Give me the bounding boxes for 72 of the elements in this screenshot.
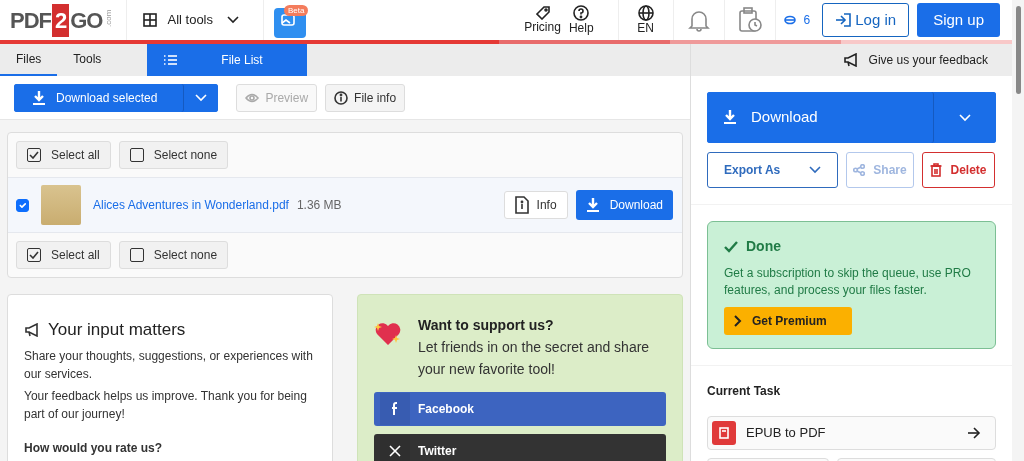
megaphone-icon: [842, 53, 859, 67]
twitter-share-button[interactable]: Twitter: [374, 434, 666, 461]
check-icon: [724, 240, 738, 253]
export-as-dropdown[interactable]: Export As: [707, 152, 838, 188]
caret-icon: [959, 114, 971, 123]
feedback-text: Share your thoughts, suggestions, or experiences with our services.: [24, 347, 314, 383]
file-list-tab[interactable]: File List: [147, 44, 308, 76]
coin-icon: [783, 15, 796, 25]
clipboard-clock-icon: [737, 7, 762, 33]
file-name-link[interactable]: Alices Adventures in Wonderland.pdf: [93, 196, 289, 214]
info-icon: [334, 90, 349, 105]
section-title: Current Task: [707, 383, 782, 400]
eye-icon: [245, 92, 260, 103]
feedback-title: Your input matters: [48, 319, 186, 341]
check-icon: [29, 251, 39, 259]
download-icon: [32, 90, 46, 105]
login-icon: [835, 13, 852, 27]
x-icon: [389, 445, 401, 457]
language-selector[interactable]: EN: [618, 5, 673, 35]
caret-icon: [227, 16, 239, 24]
share-icon: [853, 164, 866, 176]
book-icon: [719, 427, 729, 439]
pricing-link[interactable]: Pricing: [520, 6, 565, 34]
heart-icon: [374, 321, 402, 347]
book-cover-thumbnail: [41, 185, 81, 225]
download-main-button[interactable]: Download: [707, 92, 934, 143]
scrollbar[interactable]: [1012, 0, 1024, 461]
status-text: Get a subscription to skip the queue, use PRO features, and process your files faster.: [724, 265, 972, 299]
help-link[interactable]: Help: [564, 5, 598, 35]
beta-badge: Beta: [284, 5, 309, 16]
credits-count: 6: [803, 12, 811, 29]
delete-button[interactable]: Delete: [922, 152, 995, 188]
status-title: Done: [746, 237, 781, 256]
feedback-text: Your feedback helps us improve. Thank you for being part of our journey!: [24, 387, 308, 423]
file-checkbox[interactable]: [16, 198, 29, 212]
file-info-button[interactable]: File info: [325, 83, 406, 112]
select-all-button[interactable]: Select all: [16, 141, 111, 169]
get-premium-button[interactable]: Get Premium: [724, 307, 852, 335]
download-selected-button[interactable]: Download selected: [14, 83, 185, 112]
info-button[interactable]: Info: [503, 191, 568, 219]
help-icon: [573, 5, 590, 21]
chevron-icon: [734, 315, 742, 327]
logo[interactable]: PDF 2 GO .com: [0, 0, 127, 40]
megaphone-icon: [24, 322, 40, 337]
select-none-button[interactable]: Select none: [118, 141, 229, 169]
rating-question: How would you rate us?: [24, 439, 163, 457]
task-item[interactable]: EPUB to PDF: [707, 416, 996, 450]
select-all-button[interactable]: Select all: [16, 241, 111, 269]
trash-icon: [930, 163, 943, 177]
download-icon: [723, 109, 739, 126]
facebook-icon: [391, 402, 399, 416]
all-tools-button[interactable]: All tools: [127, 0, 263, 40]
support-text: Let friends in on the secret and share your new favorite tool!: [418, 338, 651, 379]
list-icon: [163, 54, 178, 66]
caret-icon: [809, 166, 821, 174]
arrow-icon: [967, 427, 981, 439]
login-button[interactable]: Log in: [822, 3, 910, 37]
download-button[interactable]: Download: [575, 190, 673, 220]
support-title: Want to support us?: [418, 316, 555, 335]
bell-icon: [687, 8, 710, 32]
globe-icon: [637, 5, 654, 21]
signup-button[interactable]: Sign up: [917, 3, 1000, 37]
tag-icon: [535, 6, 550, 20]
caret-icon: [195, 94, 208, 103]
check-icon: [29, 151, 39, 159]
facebook-share-button[interactable]: Facebook: [374, 392, 666, 426]
download-icon: [585, 198, 600, 212]
file-info-icon: [514, 196, 529, 214]
select-none-button[interactable]: Select none: [118, 241, 229, 269]
grid-icon: [143, 13, 158, 27]
file-size: 1.36 MB: [296, 197, 342, 214]
tab[interactable]: Tools: [57, 44, 118, 76]
